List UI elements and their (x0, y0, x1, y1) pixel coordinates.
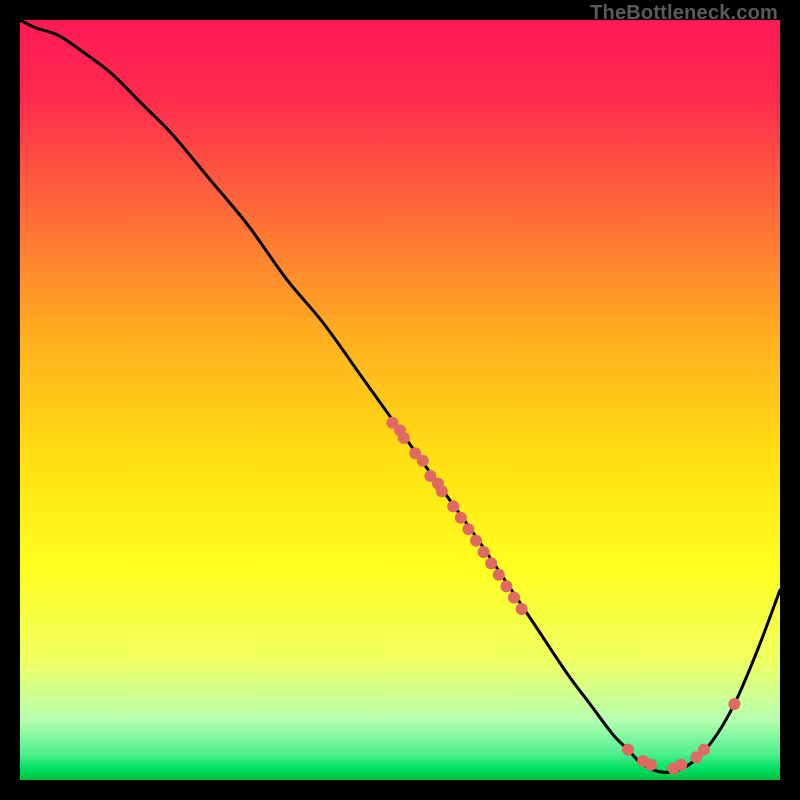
scatter-point (698, 744, 710, 756)
scatter-point (398, 432, 410, 444)
scatter-point (455, 512, 467, 524)
scatter-point (516, 603, 528, 615)
scatter-point (500, 580, 512, 592)
scatter-point (493, 569, 505, 581)
scatter-point (436, 485, 448, 497)
scatter-point (622, 744, 634, 756)
scatter-point (478, 546, 490, 558)
scatter-point (462, 523, 474, 535)
scatter-point (485, 557, 497, 569)
scatter-point (675, 759, 687, 771)
scatter-point (417, 455, 429, 467)
bottleneck-chart (20, 20, 780, 780)
scatter-point (645, 759, 657, 771)
scatter-point (470, 535, 482, 547)
chart-background (20, 20, 780, 780)
scatter-point (508, 592, 520, 604)
scatter-point (728, 698, 740, 710)
scatter-point (447, 500, 459, 512)
